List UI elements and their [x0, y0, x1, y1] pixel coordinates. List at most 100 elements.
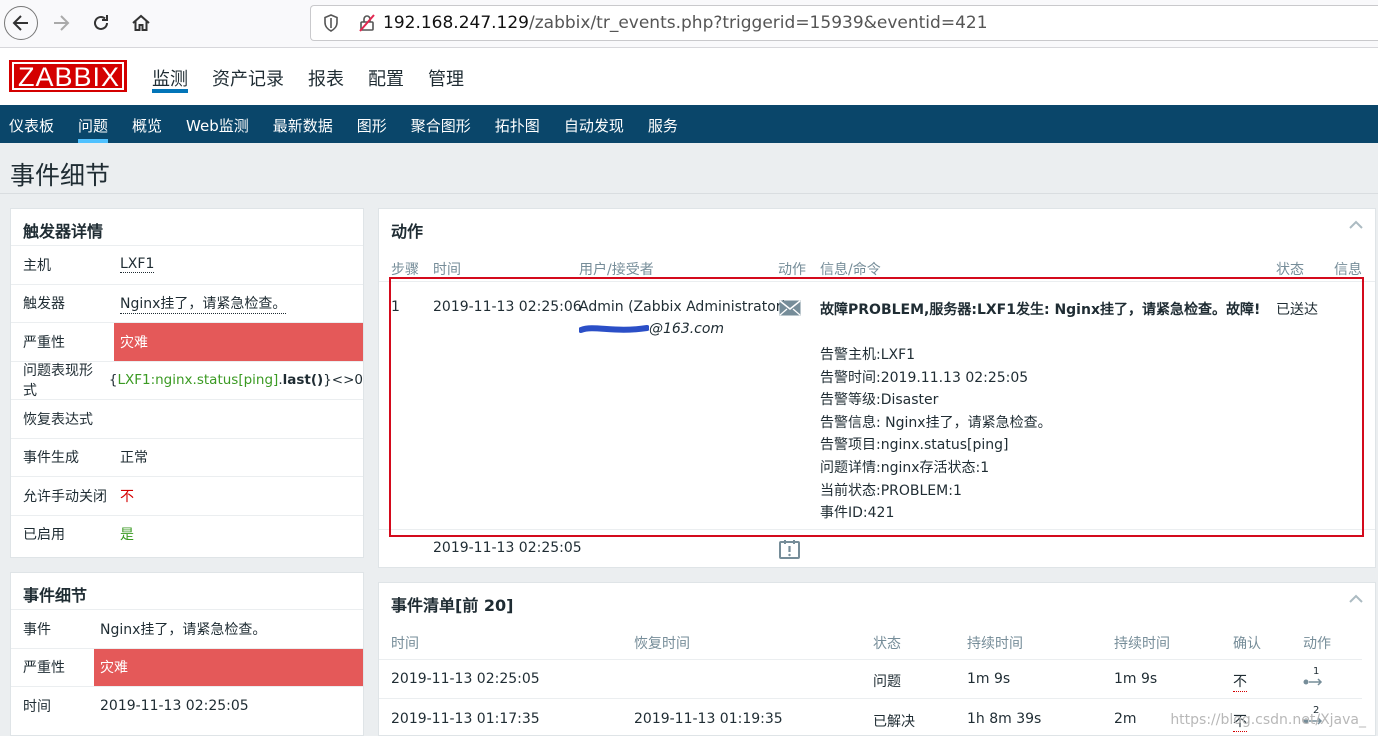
url-path: /zabbix/tr_events.php?triggerid=15939&ev… [529, 13, 988, 33]
main-menu: 监测 资产记录 报表 配置 管理 [152, 48, 488, 105]
event-duration-2: 2m [1114, 711, 1137, 727]
trigger-value[interactable]: Nginx挂了，请紧急检查。 [120, 293, 287, 314]
col-ack: 确认 [1233, 636, 1261, 652]
address-bar[interactable]: 192.168.247.129/zabbix/tr_events.php?tri… [310, 5, 1378, 41]
recovery-row: 恢复表达式 [11, 399, 363, 438]
forward-button[interactable] [44, 6, 78, 40]
col-duration-2: 持续时间 [1114, 636, 1170, 652]
enabled-value: 是 [120, 527, 134, 544]
expr-open: { [108, 372, 118, 389]
host-value[interactable]: LXF1 [120, 256, 155, 274]
expr-item[interactable]: LXF1:nginx.status[ping] [117, 372, 278, 388]
trigger-label: 触发器 [23, 296, 65, 313]
sub-menu: 仪表板 问题 概览 Web监测 最新数据 图形 聚合图形 拓扑图 自动发现 服务 [0, 105, 1378, 143]
event-status: 已解决 [873, 714, 915, 730]
recovery-label: 恢复表达式 [23, 411, 93, 428]
insecure-lock-icon[interactable] [351, 14, 383, 32]
col-user: 用户/接受者 [579, 262, 654, 278]
event-duration: 1h 8m 39s [967, 711, 1042, 727]
event-ack-link[interactable]: 不 [1233, 671, 1247, 692]
zabbix-logo[interactable]: ZABBIX [9, 60, 127, 92]
event-recovery-time-link[interactable]: 2019-11-13 01:19:35 [634, 711, 783, 727]
col-duration: 持续时间 [967, 636, 1023, 652]
col-recovery-time: 恢复时间 [634, 636, 690, 652]
zabbix-header: ZABBIX 监测 资产记录 报表 配置 管理 [0, 48, 1378, 105]
submenu-latest-data[interactable]: 最新数据 [273, 105, 333, 143]
event-time-link[interactable]: 2019-11-13 01:17:35 [391, 711, 540, 727]
event-duration-2: 1m 9s [1114, 671, 1158, 687]
actions-title: 动作 [391, 222, 424, 241]
home-button[interactable] [124, 6, 158, 40]
event-severity-row: 严重性 灾难 [11, 647, 363, 686]
event-row: 事件 Nginx挂了，请紧急检查。 [11, 609, 363, 648]
menu-monitoring[interactable]: 监测 [152, 48, 188, 93]
event-duration: 1m 9s [967, 671, 1011, 687]
enabled-row: 已启用 是 [11, 514, 363, 554]
event-severity-label: 严重性 [23, 660, 65, 677]
submenu-services[interactable]: 服务 [648, 105, 678, 143]
host-row: 主机 LXF1 [11, 245, 363, 284]
event-value: Nginx挂了，请紧急检查。 [100, 621, 267, 638]
submenu-discovery[interactable]: 自动发现 [564, 105, 624, 143]
event-time-row: 时间 2019-11-13 02:25:05 [11, 686, 363, 725]
event-generation-label: 事件生成 [23, 450, 79, 467]
shield-icon[interactable] [311, 14, 351, 32]
url-text[interactable]: 192.168.247.129/zabbix/tr_events.php?tri… [383, 13, 988, 33]
submenu-dashboard[interactable]: 仪表板 [9, 105, 54, 143]
col-action: 动作 [778, 262, 806, 278]
event-details-widget: 事件细节 事件 Nginx挂了，请紧急检查。 严重性 灾难 时间 2019-11… [10, 572, 364, 736]
reload-icon [94, 15, 108, 30]
url-host: 192.168.247.129 [383, 13, 530, 33]
event-list-title: 事件清单[前 20] [391, 596, 514, 615]
menu-administration[interactable]: 管理 [428, 48, 464, 105]
submenu-screens[interactable]: 聚合图形 [411, 105, 471, 143]
expression-label: 问题表现形式 [23, 363, 93, 400]
event-time-link[interactable]: 2019-11-13 02:25:05 [391, 671, 540, 687]
col-message: 信息/命令 [820, 262, 881, 278]
menu-inventory[interactable]: 资产记录 [212, 48, 284, 105]
severity-row: 严重性 灾难 [11, 322, 363, 361]
severity-value: 灾难 [114, 323, 363, 361]
submenu-problems[interactable]: 问题 [78, 105, 109, 143]
home-icon [132, 14, 150, 31]
enabled-label: 已启用 [23, 527, 65, 544]
event-severity-value: 灾难 [94, 648, 363, 686]
manual-close-value: 不 [120, 488, 134, 505]
expr-close: }<>0 [323, 372, 363, 389]
col-status: 状态 [1276, 262, 1304, 278]
expression-row: 问题表现形式 {LXF1:nginx.status[ping]. last()}<… [11, 360, 363, 400]
menu-reports[interactable]: 报表 [308, 48, 344, 105]
chevron-up-icon[interactable] [1349, 219, 1363, 229]
event-label: 事件 [23, 621, 51, 638]
actions-arrow-icon [1303, 678, 1323, 686]
browser-toolbar: 192.168.247.129/zabbix/tr_events.php?tri… [0, 0, 1378, 48]
menu-configuration[interactable]: 配置 [368, 48, 404, 105]
highlight-box [389, 277, 1364, 537]
manual-close-label: 允许手动关闭 [23, 488, 107, 505]
submenu-overview[interactable]: 概览 [132, 105, 162, 143]
page-title: 事件细节 [10, 161, 111, 190]
calendar-alert-icon [779, 540, 800, 559]
arrow-right-icon [54, 15, 70, 31]
table-row: 2019-11-13 02:25:05 问题 1m 9s 1m 9s 不 1 [379, 659, 1362, 697]
submenu-maps[interactable]: 拓扑图 [495, 105, 540, 143]
event-generation-value: 正常 [120, 450, 148, 467]
col-time: 时间 [391, 636, 419, 652]
event-status: 问题 [873, 674, 901, 690]
title-divider [0, 193, 1378, 194]
submenu-web[interactable]: Web监测 [186, 105, 249, 143]
severity-label: 严重性 [23, 334, 65, 351]
submenu-graphs[interactable]: 图形 [357, 105, 387, 143]
back-button[interactable] [4, 6, 38, 40]
manual-close-row: 允许手动关闭 不 [11, 476, 363, 515]
chevron-up-icon[interactable] [1349, 593, 1363, 603]
trigger-details-widget: 触发器详情 主机 LXF1 触发器 Nginx挂了，请紧急检查。 严重性 灾难 … [10, 208, 364, 558]
reload-button[interactable] [84, 6, 118, 40]
host-label: 主机 [23, 257, 51, 274]
watermark: https://blog.csdn.net/Xjava_ [1170, 712, 1366, 728]
col-step: 步骤 [391, 262, 419, 278]
trigger-row: 触发器 Nginx挂了，请紧急检查。 [11, 283, 363, 323]
event-generation-row: 事件生成 正常 [11, 437, 363, 477]
event-time-value: 2019-11-13 02:25:05 [100, 697, 249, 714]
event-details-title: 事件细节 [23, 586, 88, 605]
